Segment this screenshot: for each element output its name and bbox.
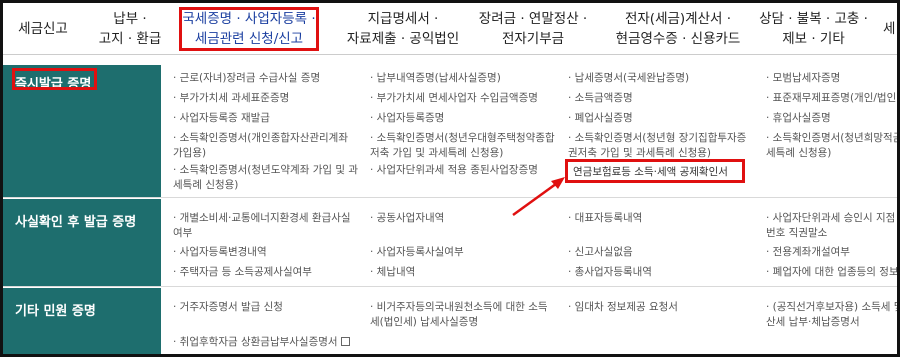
annotation-arrow-icon — [512, 177, 565, 217]
page-frame: 세금신고 납부 · 고지 · 환급 국세증명 · 사업자등록 · 세금관련 신청/신… — [0, 0, 900, 357]
